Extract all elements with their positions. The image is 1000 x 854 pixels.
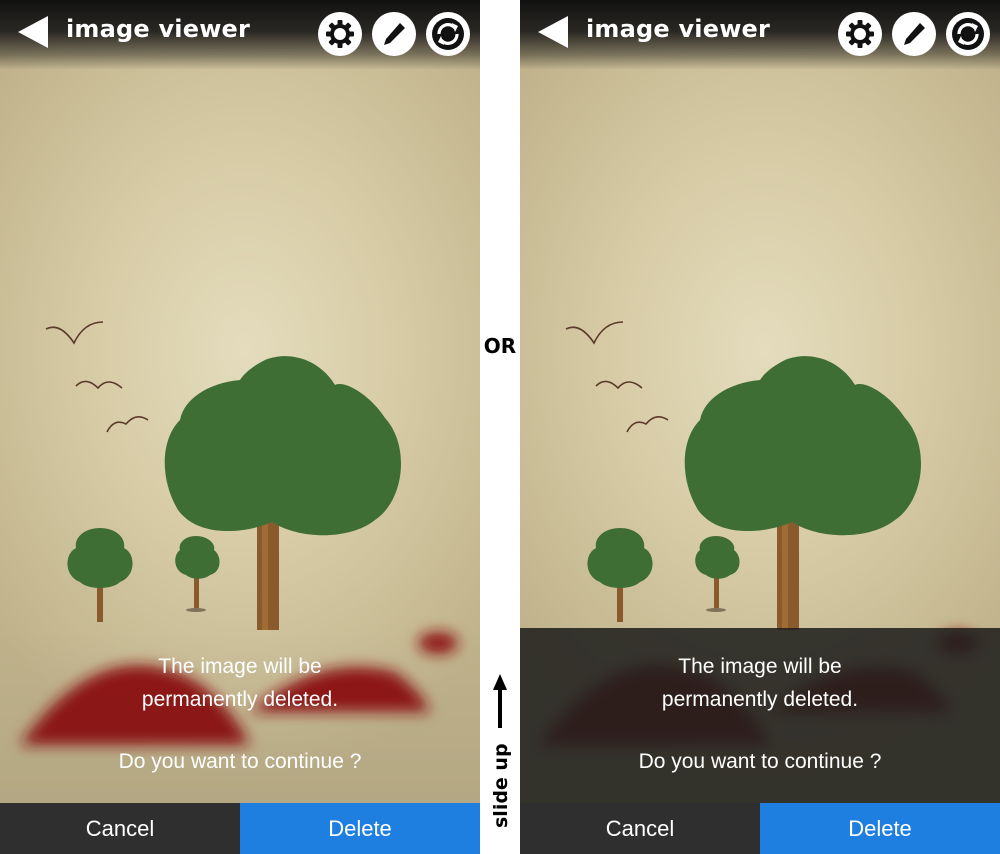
bird [75,380,123,390]
dialog-message: The image will be permanently deleted. [520,650,1000,716]
slide-up-label: slide up [490,743,512,828]
gear-icon [326,20,354,48]
small-tree [67,528,133,622]
bird [106,416,149,433]
page-title: image viewer [66,15,251,43]
edit-button[interactable] [892,12,936,56]
dialog-message-line1: The image will be [158,655,322,678]
slide-up-indicator: slide up [490,674,512,828]
big-tree [164,356,402,630]
dialog-message-line2: permanently deleted. [141,688,339,711]
small-tree [175,536,220,612]
bird [595,380,643,390]
rotate-button[interactable] [426,12,470,56]
cancel-button[interactable]: Cancel [0,803,240,854]
dialog-message-line1: The image will be [678,655,842,678]
delete-dialog: The image will be permanently deleted. D… [0,628,480,803]
refresh-icon [432,18,464,50]
settings-button[interactable] [838,12,882,56]
viewer-panel-left: image viewer The image will be permanent… [0,0,480,854]
gear-icon [846,20,874,48]
bird [626,416,669,433]
edit-button[interactable] [372,12,416,56]
button-bar: Cancel Delete [520,803,1000,854]
small-tree [695,536,740,612]
or-label: OR [483,334,517,358]
arrow-up-icon [493,674,507,728]
bird [45,321,104,345]
bird [565,321,624,345]
cancel-button[interactable]: Cancel [520,803,760,854]
delete-dialog: The image will be permanently deleted. D… [520,628,1000,803]
dialog-message: The image will be permanently deleted. [0,650,480,716]
pencil-icon [384,23,405,45]
back-arrow-icon[interactable] [18,16,48,48]
big-tree [684,356,922,630]
delete-button[interactable]: Delete [760,803,1000,854]
header-bar: image viewer [520,0,1000,70]
refresh-icon [952,18,984,50]
back-arrow-icon[interactable] [538,16,568,48]
dialog-question: Do you want to continue ? [638,750,882,773]
settings-button[interactable] [318,12,362,56]
header-bar: image viewer [0,0,480,70]
page-title: image viewer [586,15,771,43]
dialog-message-line2: permanently deleted. [661,688,859,711]
pencil-icon [904,23,925,45]
button-bar: Cancel Delete [0,803,480,854]
delete-button[interactable]: Delete [240,803,480,854]
viewer-panel-right: image viewer The image will be permanent… [520,0,1000,854]
rotate-button[interactable] [946,12,990,56]
small-tree [587,528,653,622]
dialog-question: Do you want to continue ? [118,750,362,773]
